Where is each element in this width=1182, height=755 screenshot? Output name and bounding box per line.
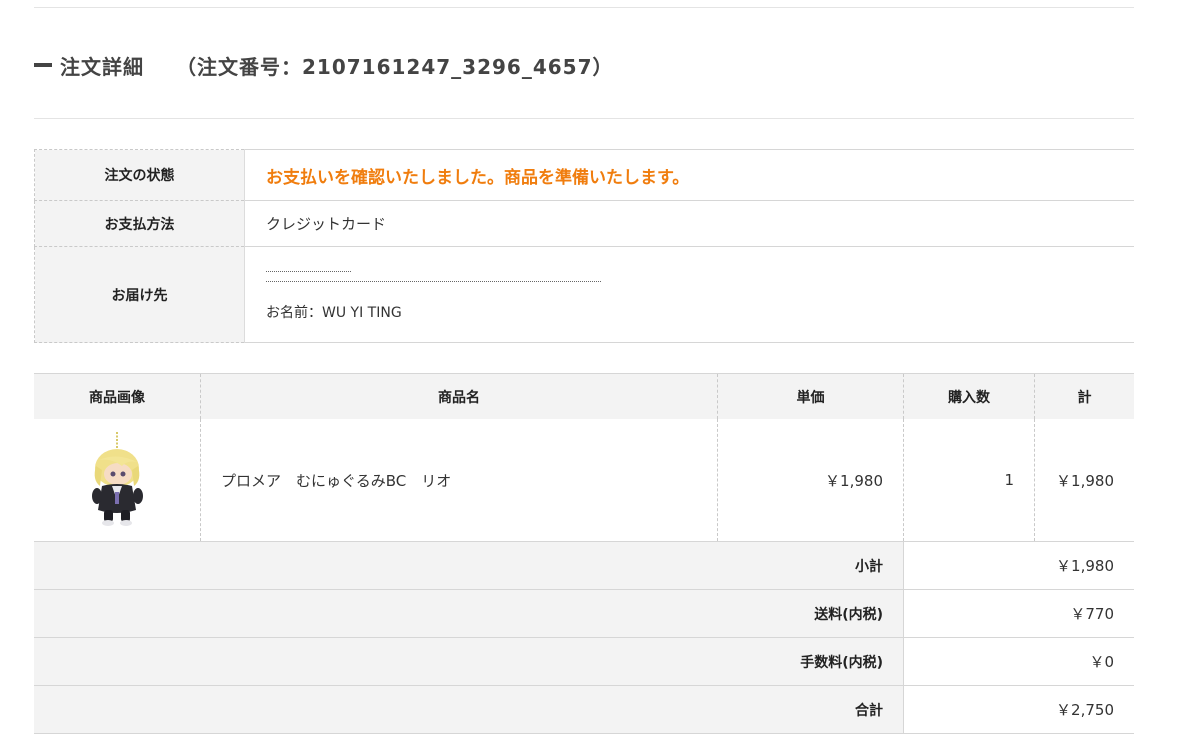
info-row-payment: お支払方法 クレジットカード (34, 200, 1134, 247)
grand-total-row: 合計 ￥2,750 (34, 685, 1134, 734)
subtotal-row: 小計 ￥1,980 (34, 541, 1134, 590)
status-label: 注文の状態 (34, 149, 245, 201)
grand-total-label: 合計 (34, 685, 904, 734)
top-divider (34, 7, 1134, 8)
subtotal-label: 小計 (34, 541, 904, 590)
items-header-row: 商品画像 商品名 単価 購入数 計 (34, 373, 1134, 419)
delivery-cell: お名前：WU YI TING (244, 246, 1134, 343)
header-image: 商品画像 (34, 373, 201, 419)
item-unit-price: ￥1,980 (717, 419, 904, 542)
shipping-value: ￥770 (903, 589, 1134, 638)
plush-keychain-image[interactable] (82, 430, 152, 530)
status-value: お支払いを確認いたしました。商品を準備いたします。 (266, 167, 690, 188)
order-detail-title: 注文詳細 (60, 54, 144, 79)
order-info-table: 注文の状態 お支払いを確認いたしました。商品を準備いたします。 お支払方法 クレ… (34, 149, 1134, 343)
item-row: プロメア むにゅぐるみBC リオ ￥1,980 1 ￥1,980 (34, 419, 1134, 542)
shipping-label: 送料(内税) (34, 589, 904, 638)
item-name[interactable]: プロメア むにゅぐるみBC リオ (200, 419, 718, 542)
order-items-table: 商品画像 商品名 単価 購入数 計 プロメア むにゅぐるみBC リオ ￥1,98… (34, 373, 1134, 734)
subtotal-value: ￥1,980 (903, 541, 1134, 590)
title-divider (34, 118, 1134, 119)
fee-row: 手数料(内税) ￥0 (34, 637, 1134, 686)
header-name: 商品名 (200, 373, 718, 419)
grand-total-value: ￥2,750 (903, 685, 1134, 734)
redacted-address-line (266, 268, 1134, 278)
item-quantity: 1 (903, 419, 1035, 542)
status-cell: お支払いを確認いたしました。商品を準備いたします。 (244, 149, 1134, 201)
item-image-cell (34, 419, 201, 542)
fee-label: 手数料(内税) (34, 637, 904, 686)
redacted-address-line (266, 278, 1134, 288)
delivery-name: お名前：WU YI TING (266, 304, 402, 321)
title-dash-icon (34, 63, 52, 67)
payment-label: お支払方法 (34, 200, 245, 247)
header-total: 計 (1034, 373, 1134, 419)
shipping-row: 送料(内税) ￥770 (34, 589, 1134, 638)
header-quantity: 購入数 (903, 373, 1035, 419)
delivery-label: お届け先 (34, 246, 245, 343)
payment-value: クレジットカード (244, 200, 1134, 247)
page-title: 注文詳細 （注文番号：2107161247_3296_4657） (34, 50, 614, 80)
item-total: ￥1,980 (1034, 419, 1134, 542)
info-row-delivery: お届け先 お名前：WU YI TING (34, 246, 1134, 343)
order-number: （注文番号：2107161247_3296_4657） (176, 54, 614, 79)
fee-value: ￥0 (903, 637, 1134, 686)
info-row-status: 注文の状態 お支払いを確認いたしました。商品を準備いたします。 (34, 149, 1134, 201)
header-unit-price: 単価 (717, 373, 904, 419)
